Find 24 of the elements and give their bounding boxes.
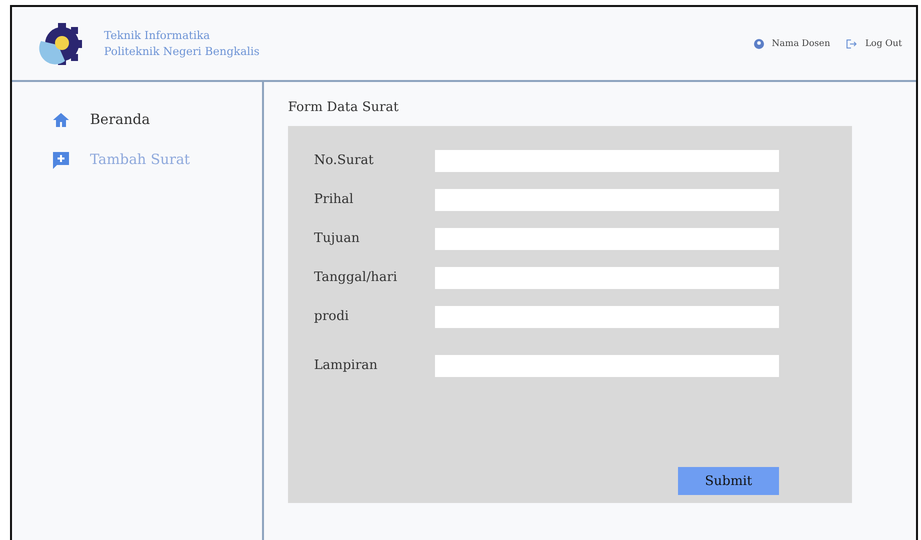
field-label: Lampiran bbox=[314, 358, 379, 373]
logout-link[interactable]: Log Out bbox=[865, 38, 902, 48]
user-name[interactable]: Nama Dosen bbox=[772, 38, 830, 48]
input-field[interactable] bbox=[435, 150, 779, 172]
sidebar-item[interactable]: Beranda bbox=[12, 100, 262, 140]
field-label: Tujuan bbox=[314, 231, 361, 246]
input-field[interactable] bbox=[435, 354, 779, 376]
field-label: Tanggal/hari bbox=[314, 270, 398, 285]
field-label: No.Surat bbox=[314, 153, 375, 168]
input-field[interactable] bbox=[435, 228, 779, 250]
form-title: Form Data Surat bbox=[288, 100, 399, 115]
field-label: prodi bbox=[314, 309, 350, 324]
input-field[interactable] bbox=[435, 306, 779, 328]
input-field[interactable] bbox=[435, 266, 779, 288]
logout-icon bbox=[846, 38, 858, 48]
add-message-icon bbox=[52, 151, 70, 169]
home-icon bbox=[52, 111, 70, 129]
user-icon bbox=[754, 38, 764, 48]
brand-name: Politeknik Negeri Bengkalis bbox=[104, 44, 260, 60]
logo-icon bbox=[38, 22, 82, 64]
brand-name: Teknik Informatika bbox=[104, 28, 211, 44]
field-label: Prihal bbox=[314, 192, 354, 207]
input-field[interactable] bbox=[435, 188, 779, 210]
submit-button[interactable]: Submit bbox=[678, 467, 779, 495]
